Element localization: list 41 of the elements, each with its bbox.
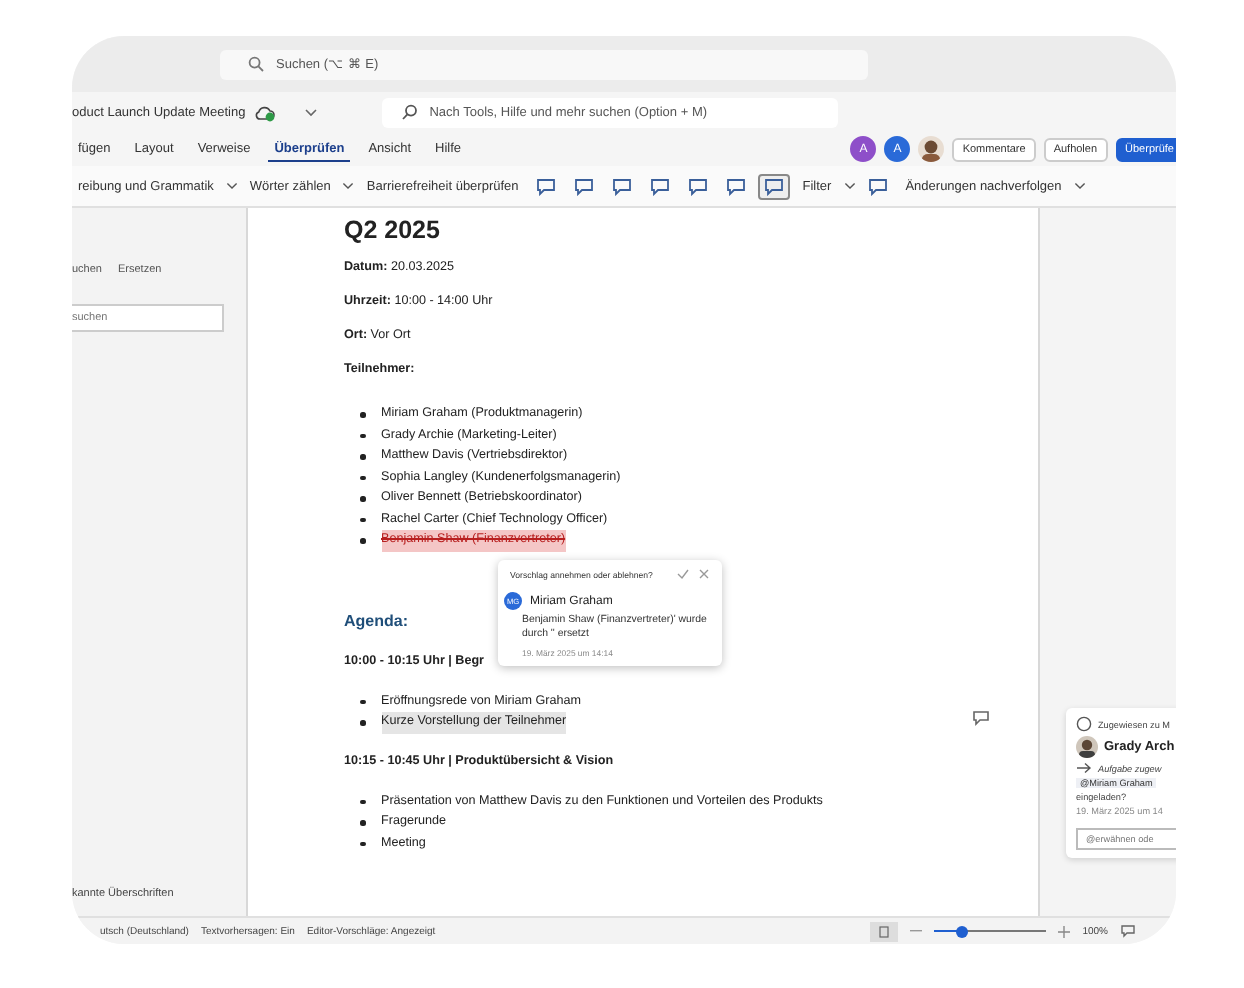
bullet <box>360 517 365 522</box>
bullet <box>360 538 365 543</box>
cloud-check-icon <box>253 103 276 121</box>
document-heading: Q2 2025 <box>344 216 442 244</box>
comment-icon <box>688 177 709 195</box>
chevron-icon[interactable] <box>1073 182 1086 190</box>
arrow-icon <box>1076 762 1092 774</box>
chevron-icon[interactable] <box>303 107 318 117</box>
chevron-icon[interactable] <box>843 182 856 190</box>
minus-icon[interactable] <box>910 930 923 932</box>
circle-icon[interactable] <box>1076 716 1092 732</box>
comment-icon[interactable] <box>1120 924 1136 938</box>
bullet <box>360 433 365 438</box>
close-icon[interactable] <box>698 568 710 580</box>
bullet <box>360 454 365 459</box>
page-icon[interactable] <box>870 921 899 941</box>
bullet <box>360 720 365 725</box>
section-heading: Agenda: <box>344 611 408 629</box>
slider-thumb[interactable] <box>956 925 969 937</box>
chevron-icon[interactable] <box>342 182 355 190</box>
bullet <box>360 799 365 804</box>
bullet <box>360 820 365 825</box>
bullet <box>360 841 365 846</box>
comment-icon <box>726 177 747 195</box>
bullet <box>360 412 365 417</box>
comment-icon <box>612 177 633 195</box>
comment-icon <box>764 177 785 195</box>
comment-icon[interactable] <box>972 710 990 726</box>
comment-icon <box>867 177 888 195</box>
comment-icon <box>574 177 595 195</box>
bullet <box>360 496 365 501</box>
search-icon <box>248 56 264 72</box>
comment-icon <box>536 177 557 195</box>
check-icon[interactable] <box>676 568 690 580</box>
plus-icon[interactable] <box>1058 925 1071 937</box>
comment-icon <box>650 177 671 195</box>
search-icon <box>401 104 418 120</box>
bullet <box>360 699 365 704</box>
bullet <box>360 475 365 480</box>
comment-button[interactable] <box>758 173 791 199</box>
chevron-icon[interactable] <box>225 182 238 190</box>
